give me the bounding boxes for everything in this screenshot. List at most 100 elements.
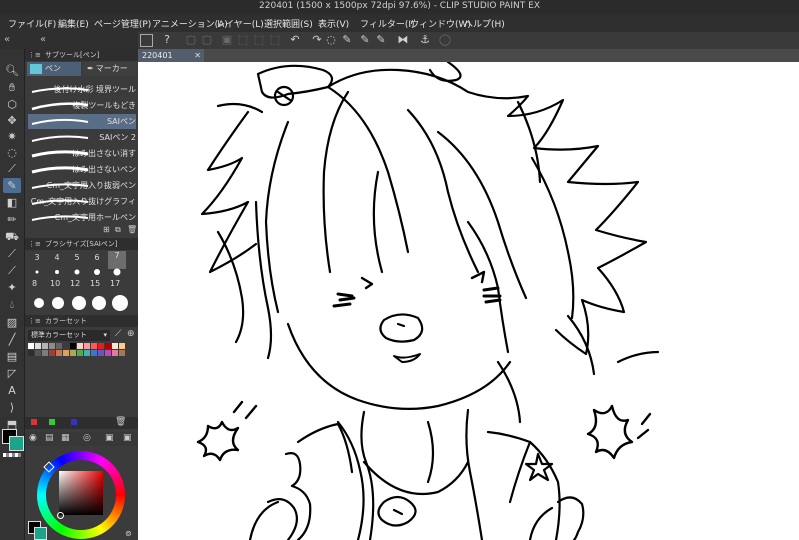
size-option[interactable]: 17 — [108, 267, 126, 293]
brush-item[interactable]: 後付け水彩 境界ツール — [28, 82, 136, 97]
menu-page[interactable]: ページ管理(P) — [94, 17, 151, 30]
size-dot[interactable] — [112, 295, 128, 311]
undo-icon[interactable]: ↶ — [288, 33, 302, 47]
color-swatch[interactable] — [70, 350, 76, 356]
decoration-tool-icon[interactable]: ✦ — [3, 280, 21, 295]
menu-edit[interactable]: 編集(E) — [58, 17, 89, 30]
pen-check-icon[interactable]: ✎ — [340, 33, 354, 47]
brush-tool-icon[interactable]: ⟋ — [3, 246, 21, 261]
size-option[interactable]: 10 — [48, 267, 66, 293]
brush-item[interactable]: SAIペン 2 — [28, 130, 136, 145]
color-swatch[interactable] — [28, 343, 34, 349]
size-dot[interactable] — [72, 296, 86, 310]
lasso-icon[interactable]: ◌ — [324, 33, 338, 47]
color-swatch[interactable] — [84, 343, 90, 349]
menu-help[interactable]: ヘルプ(H) — [464, 17, 505, 30]
settings-icon[interactable]: ◯ — [438, 33, 452, 47]
color-swatch[interactable] — [112, 343, 118, 349]
trash-icon[interactable]: 🗑︎ — [115, 417, 126, 427]
menu-filter[interactable]: フィルター(I) — [360, 17, 415, 30]
brush-item[interactable]: 複製ツールもどき — [28, 98, 136, 113]
redo-icon[interactable]: ↷ — [310, 33, 324, 47]
hand-tool-icon[interactable]: ✋︎ — [3, 80, 21, 95]
collapse-panel-icon[interactable]: « — [40, 34, 46, 45]
canvas-size-icon[interactable]: ⬚ — [268, 33, 282, 47]
delete-subtool-icon[interactable]: 🗑︎ — [127, 225, 137, 234]
color-swatch[interactable] — [98, 343, 104, 349]
collapse-left-icon[interactable]: « — [4, 34, 10, 45]
pen-tool-icon[interactable]: ✎ — [3, 178, 21, 193]
color-swatch[interactable] — [77, 343, 83, 349]
menu-window[interactable]: ウィンドウ(W) — [410, 17, 471, 30]
transform-icon[interactable]: ⬚ — [236, 33, 250, 47]
color-picker-tab-icon[interactable]: ▣ — [123, 433, 132, 443]
brush-item[interactable]: Cm_文字用入り抜けグラフィ — [28, 194, 136, 209]
size-option[interactable]: 8 — [28, 267, 46, 293]
menu-layer[interactable]: レイヤー(L) — [216, 17, 264, 30]
move-tool-icon[interactable]: ✥ — [3, 113, 21, 128]
color-swatch[interactable] — [56, 343, 62, 349]
intermediate-color-tab-icon[interactable]: ◎ — [83, 433, 91, 443]
color-history-tab-icon[interactable]: ▦ — [61, 433, 70, 443]
size-dot[interactable] — [52, 297, 64, 309]
panel-menu-icon[interactable]: ≡ — [35, 315, 41, 327]
panel-menu-icon[interactable]: ≡ — [35, 49, 41, 61]
color-swatch[interactable] — [35, 350, 41, 356]
correct-line-tool-icon[interactable]: ⟩ — [3, 400, 21, 415]
brush-item-selected[interactable]: SAIペン — [28, 114, 136, 129]
hue-handle[interactable] — [43, 461, 55, 473]
new-file-icon[interactable]: ▢ — [184, 33, 198, 47]
brush-item[interactable]: はみ出さないペン — [28, 162, 136, 177]
gradient-tool-icon[interactable]: ▨ — [3, 315, 21, 330]
help-icon[interactable]: ? — [160, 33, 174, 47]
flip-horizontal-icon[interactable]: ⧓ — [396, 33, 410, 47]
pen-check-2-icon[interactable]: ✎ — [358, 33, 372, 47]
approx-color-tab-icon[interactable]: ▣ — [105, 433, 114, 443]
color-swatch[interactable] — [98, 350, 104, 356]
brush-item[interactable]: Cm_文字用入り抜弱ペン — [28, 178, 136, 193]
sv-handle[interactable] — [57, 512, 64, 519]
color-swatch[interactable] — [28, 350, 34, 356]
eraser-tool-icon[interactable]: ◧ — [3, 195, 21, 210]
color-swatch[interactable] — [35, 343, 41, 349]
balloon-tool-icon[interactable]: ◸ — [3, 366, 21, 381]
color-wheel[interactable] — [37, 451, 125, 539]
color-swatch[interactable] — [119, 350, 125, 356]
frame-tool-icon[interactable]: ▤ — [3, 349, 21, 364]
color-swatch[interactable] — [91, 350, 97, 356]
size-option[interactable]: 15 — [88, 267, 106, 293]
menu-selection[interactable]: 選択範囲(S) — [264, 17, 313, 30]
brush-item[interactable]: Cm_文字用ホールペン — [28, 210, 136, 225]
size-option[interactable]: 12 — [68, 267, 86, 293]
sub-color-mini[interactable] — [34, 527, 47, 540]
color-swatch[interactable] — [77, 350, 83, 356]
tab-marker[interactable]: ✒ マーカー — [83, 62, 137, 76]
color-swatch[interactable] — [119, 343, 125, 349]
companion-icon[interactable] — [140, 34, 153, 47]
size-dot[interactable] — [92, 296, 106, 310]
color-slider-tab-icon[interactable]: ▤ — [45, 433, 54, 443]
create-subtool-icon[interactable]: ⊞ — [103, 225, 110, 234]
brush-item[interactable]: はみ出さない消す — [28, 146, 136, 161]
open-file-icon[interactable]: ▢ — [200, 33, 214, 47]
crop-icon[interactable]: ⬚ — [252, 33, 266, 47]
color-set-dropdown[interactable]: 標準カラーセット ▾ — [28, 330, 110, 341]
zoom-tool-icon[interactable]: 🔍︎ — [3, 63, 21, 78]
color-swatch[interactable] — [49, 350, 55, 356]
eyedropper-tool-icon[interactable]: ⟋ — [3, 161, 21, 176]
color-settings-icon[interactable]: ⊚ — [125, 529, 132, 538]
color-wheel-tab-icon[interactable]: ◉ — [29, 433, 37, 443]
color-swatch[interactable] — [42, 343, 48, 349]
color-swatch[interactable] — [105, 343, 111, 349]
figure-tool-icon[interactable]: ╱ — [3, 332, 21, 347]
color-swatch[interactable] — [42, 350, 48, 356]
color-swatch[interactable] — [70, 343, 76, 349]
selection-tool-icon[interactable]: ◌ — [3, 145, 21, 160]
color-swatch[interactable] — [105, 350, 111, 356]
add-color-icon[interactable]: ⊕ — [127, 329, 135, 339]
color-swatch[interactable] — [112, 350, 118, 356]
copy-subtool-icon[interactable]: ⧉ — [115, 225, 121, 235]
size-dot[interactable] — [34, 298, 44, 308]
drawing-canvas[interactable] — [138, 62, 799, 540]
3d-tool-icon[interactable]: ⬡ — [3, 97, 21, 112]
